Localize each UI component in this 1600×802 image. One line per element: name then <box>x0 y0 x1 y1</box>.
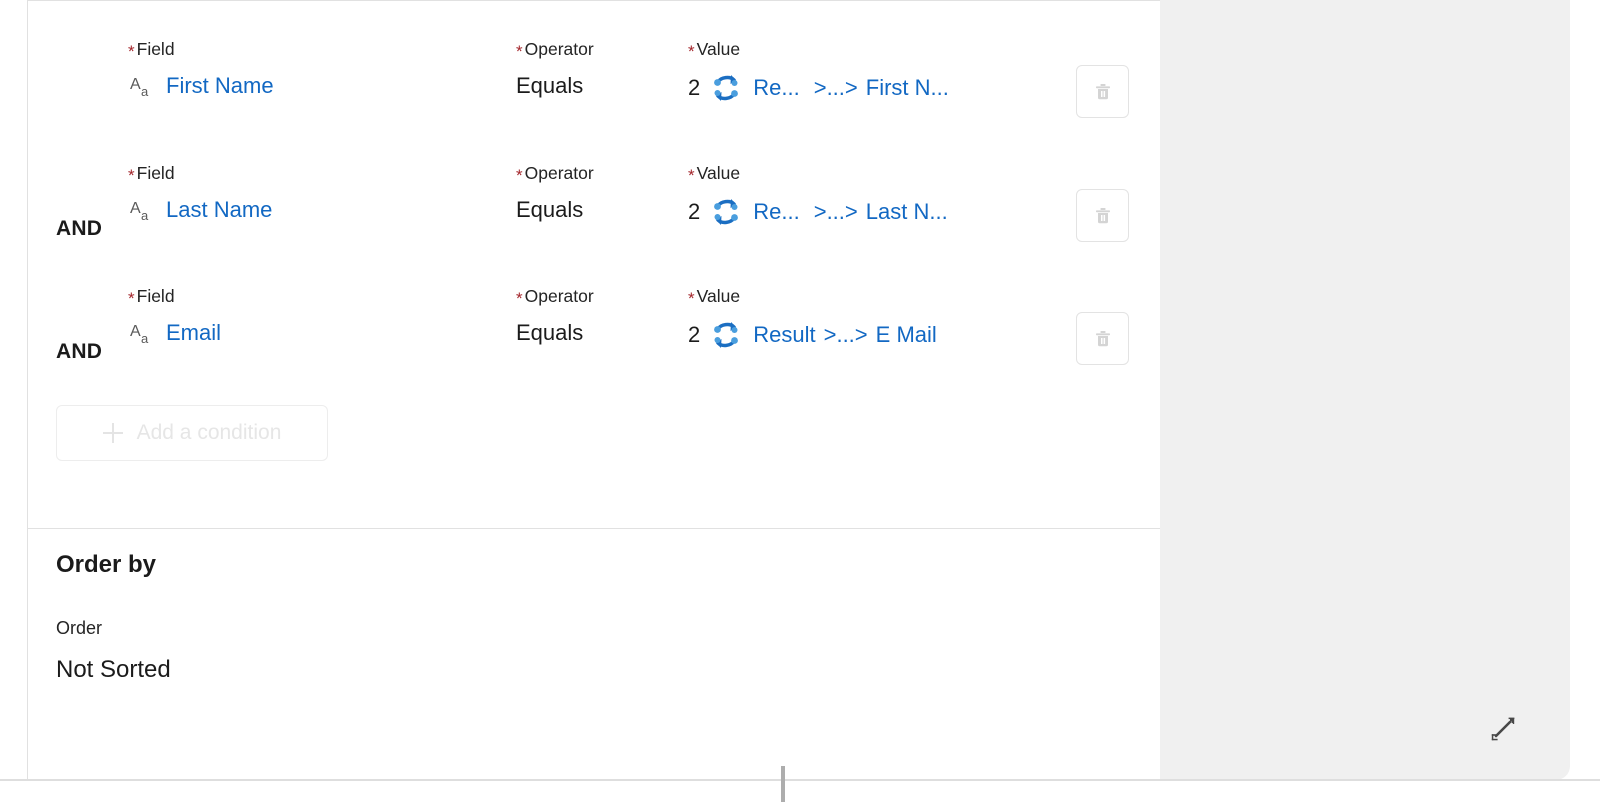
delete-condition-button[interactable] <box>1076 65 1129 118</box>
field-column-label: * Field <box>128 286 175 308</box>
order-by-title: Order by <box>56 551 157 578</box>
required-asterisk: * <box>516 42 523 61</box>
value-path-separator: >...> <box>813 75 858 100</box>
field-name-link[interactable]: Email <box>166 320 221 346</box>
value-label-text: Value <box>696 39 741 59</box>
required-asterisk: * <box>128 42 135 61</box>
value-column-label: * Value <box>688 163 741 185</box>
add-condition-label: Add a condition <box>136 421 282 444</box>
add-condition-button[interactable]: Add a condition <box>56 405 328 461</box>
field-value[interactable]: Aa First Name <box>130 73 274 99</box>
value-expression[interactable]: 2 Re... >... <box>688 71 949 105</box>
operator-column-label: * Operator <box>516 163 594 185</box>
trash-icon <box>1092 328 1114 350</box>
operator-value[interactable]: Equals <box>516 320 583 346</box>
required-asterisk: * <box>688 42 695 61</box>
svg-text:a: a <box>141 208 149 223</box>
operator-value[interactable]: Equals <box>516 197 583 223</box>
delete-condition-button[interactable] <box>1076 189 1129 242</box>
value-source-link[interactable]: Re... <box>753 75 799 101</box>
svg-text:a: a <box>141 331 149 346</box>
svg-text:A: A <box>130 76 141 93</box>
text-field-icon: Aa <box>130 74 156 100</box>
conditions-section: * Field Aa First Name * Operator Equals * V… <box>28 1 1160 528</box>
value-target-link[interactable]: First N... <box>866 75 949 101</box>
field-value[interactable]: Aa Last Name <box>130 197 272 223</box>
value-path-separator: >...> <box>813 199 858 224</box>
value-column-label: * Value <box>688 39 741 61</box>
field-name-link[interactable]: Last Name <box>166 197 272 223</box>
conjunction-operator: AND <box>56 217 103 240</box>
operator-column-label: * Operator <box>516 286 594 308</box>
expand-diagonal-arrows-icon[interactable] <box>1486 712 1520 746</box>
value-source-link[interactable]: Re... <box>753 199 799 225</box>
value-count: 2 <box>688 75 701 100</box>
required-asterisk: * <box>128 289 135 308</box>
sync-arrows-icon <box>709 195 743 229</box>
value-path-separator: >...> <box>823 322 868 347</box>
svg-text:A: A <box>130 323 141 340</box>
conjunction-operator: AND <box>56 340 103 363</box>
operator-value[interactable]: Equals <box>516 73 583 99</box>
svg-text:A: A <box>130 200 141 217</box>
required-asterisk: * <box>128 166 135 185</box>
screenshot-root: * Field Aa First Name * Operator Equals * V… <box>0 0 1600 802</box>
field-value[interactable]: Aa Email <box>130 320 221 346</box>
field-column-label: * Field <box>128 39 175 61</box>
required-asterisk: * <box>688 289 695 308</box>
query-builder-dialog: * Field Aa First Name * Operator Equals * V… <box>27 0 1160 780</box>
condition-row: AND * Field Aa Email * Operator Equals * Va… <box>28 286 1160 410</box>
order-by-section: Order by Order Not Sorted <box>28 529 1160 780</box>
trash-icon <box>1092 81 1114 103</box>
required-asterisk: * <box>516 289 523 308</box>
text-field-icon: Aa <box>130 198 156 224</box>
field-label-text: Field <box>136 163 175 183</box>
value-target-link[interactable]: Last N... <box>866 199 948 225</box>
right-backdrop-panel <box>1160 0 1570 780</box>
required-asterisk: * <box>688 166 695 185</box>
condition-row: AND * Field Aa Last Name * Operator Equals… <box>28 163 1160 287</box>
value-target-link[interactable]: E Mail <box>876 322 937 348</box>
value-count: 2 <box>688 322 701 347</box>
trash-icon <box>1092 205 1114 227</box>
operator-label-text: Operator <box>524 39 594 59</box>
order-field-value[interactable]: Not Sorted <box>56 656 171 684</box>
value-column-label: * Value <box>688 286 741 308</box>
field-name-link[interactable]: First Name <box>166 73 274 99</box>
sync-arrows-icon <box>709 71 743 105</box>
order-field-label: Order <box>56 618 103 638</box>
value-label-text: Value <box>696 163 741 183</box>
condition-row: * Field Aa First Name * Operator Equals * V… <box>28 39 1160 163</box>
svg-text:a: a <box>141 84 149 99</box>
value-expression[interactable]: 2 Result >...> E Mail <box>688 318 937 352</box>
field-label-text: Field <box>136 286 175 306</box>
operator-label-text: Operator <box>524 163 594 183</box>
field-label-text: Field <box>136 39 175 59</box>
required-asterisk: * <box>516 166 523 185</box>
operator-column-label: * Operator <box>516 39 594 61</box>
resize-drag-handle[interactable] <box>781 766 785 802</box>
plus-icon <box>102 423 123 443</box>
bottom-border <box>0 779 1600 781</box>
operator-label-text: Operator <box>524 286 594 306</box>
field-column-label: * Field <box>128 163 175 185</box>
value-count: 2 <box>688 199 701 224</box>
value-source-link[interactable]: Result <box>753 322 815 348</box>
value-expression[interactable]: 2 Re... >... <box>688 195 948 229</box>
text-field-icon: Aa <box>130 321 156 347</box>
delete-condition-button[interactable] <box>1076 312 1129 365</box>
value-label-text: Value <box>696 286 741 306</box>
sync-arrows-icon <box>709 318 743 352</box>
